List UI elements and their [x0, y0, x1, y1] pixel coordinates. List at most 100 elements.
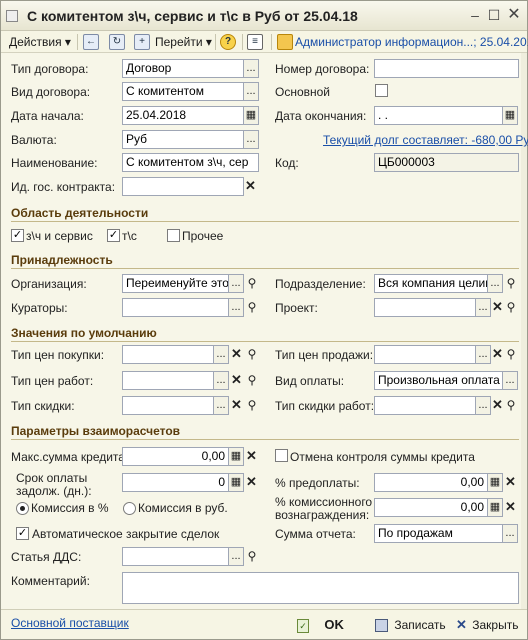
activity-vehicles-checkbox[interactable]: ✓ [107, 229, 120, 242]
close-label: Закрыть [472, 618, 519, 632]
select-button[interactable]: ... [213, 371, 229, 390]
clear-icon[interactable]: ✕ [230, 371, 243, 390]
main-supplier-link[interactable]: Основной поставщик [11, 616, 129, 630]
work-price-field[interactable] [122, 371, 214, 390]
calculator-icon[interactable]: ▦ [487, 498, 503, 517]
select-button[interactable]: ... [228, 298, 244, 317]
max-credit-field[interactable]: 0,00 [122, 447, 229, 466]
close-button[interactable]: ✕ Закрыть [456, 614, 518, 636]
comment-label: Комментарий: [11, 574, 90, 588]
actions-menu[interactable]: Действия ▾ [9, 33, 71, 51]
back-arrow-icon[interactable]: ← [83, 34, 99, 50]
clear-icon[interactable]: ✕ [245, 473, 258, 492]
info-link[interactable]: Администратор информацион...; 25.04.201.… [295, 33, 528, 51]
main-checkbox[interactable] [375, 84, 388, 97]
select-button[interactable]: ... [213, 345, 229, 364]
dds-field[interactable] [122, 547, 229, 566]
gov-contract-field[interactable] [122, 177, 244, 196]
select-button[interactable]: ... [243, 130, 259, 149]
curators-field[interactable] [122, 298, 229, 317]
code-field[interactable]: ЦБ000003 [374, 153, 519, 172]
calculator-icon[interactable]: ▦ [228, 473, 244, 492]
clear-icon[interactable]: ✕ [504, 473, 517, 492]
name-field[interactable]: С комитентом з\ч, сер [122, 153, 259, 172]
comment-field[interactable] [122, 572, 519, 604]
select-button[interactable]: ... [243, 82, 259, 101]
goto-menu[interactable]: Перейти ▾ [155, 33, 212, 51]
start-date-field[interactable]: 25.04.2018 [122, 106, 244, 125]
contract-kind-field[interactable]: С комитентом [122, 82, 244, 101]
save-button[interactable]: Записать [375, 614, 446, 636]
select-button[interactable]: ... [502, 524, 518, 543]
prepayment-field[interactable]: 0,00 [374, 473, 488, 492]
purchase-price-field[interactable] [122, 345, 214, 364]
auto-close-label: Автоматическое закрытие сделок [32, 527, 220, 541]
search-icon[interactable]: ⚲ [504, 396, 518, 415]
search-icon[interactable]: ⚲ [245, 298, 259, 317]
clear-icon[interactable]: ✕ [504, 498, 517, 517]
search-icon[interactable]: ⚲ [245, 274, 259, 293]
commission-rub-radio[interactable] [123, 502, 136, 515]
auto-close-checkbox[interactable]: ✓ [16, 527, 29, 540]
maximize-button[interactable]: ☐ [486, 7, 502, 23]
payment-kind-field[interactable]: Произвольная оплата [374, 371, 503, 390]
cancel-credit-control-checkbox[interactable] [275, 449, 288, 462]
refresh-icon[interactable]: ↻ [109, 34, 125, 50]
commission-reward-field[interactable]: 0,00 [374, 498, 488, 517]
list-icon[interactable]: ≡ [247, 34, 263, 50]
select-button[interactable]: ... [487, 274, 503, 293]
end-date-field[interactable]: . . [374, 106, 503, 125]
division-field[interactable]: Вся компания целикс [374, 274, 488, 293]
clear-icon[interactable]: ✕ [245, 447, 258, 466]
select-button[interactable]: ... [243, 59, 259, 78]
clear-icon[interactable]: ✕ [230, 396, 243, 415]
calendar-icon[interactable]: ▦ [243, 106, 259, 125]
current-debt-link[interactable]: Текущий долг составляет: -680,00 Руб [323, 133, 528, 147]
calculator-icon[interactable]: ▦ [487, 473, 503, 492]
clear-icon[interactable]: ✕ [230, 345, 243, 364]
search-icon[interactable]: ⚲ [504, 274, 518, 293]
select-button[interactable]: ... [475, 345, 491, 364]
discount-type-field[interactable] [122, 396, 214, 415]
project-field[interactable] [374, 298, 476, 317]
search-icon[interactable]: ⚲ [245, 396, 259, 415]
search-icon[interactable]: ⚲ [504, 345, 518, 364]
sale-price-field[interactable] [374, 345, 476, 364]
calendar-icon[interactable]: ▦ [502, 106, 518, 125]
copy-new-icon[interactable]: + [134, 34, 150, 50]
discount-type-label: Тип скидки: [11, 399, 75, 413]
ok-button[interactable]: ✓ OK [297, 614, 344, 636]
checkmark-icon: ✓ [297, 618, 309, 633]
select-button[interactable]: ... [213, 396, 229, 415]
clear-icon[interactable]: ✕ [491, 298, 504, 317]
payment-term-label: Срок оплаты [16, 471, 88, 485]
organization-field[interactable]: Переименуйте этот [122, 274, 229, 293]
minimize-button[interactable]: – [467, 7, 483, 23]
search-icon[interactable]: ⚲ [245, 345, 259, 364]
help-icon[interactable]: ? [220, 34, 236, 50]
activity-other-checkbox[interactable] [167, 229, 180, 242]
commission-percent-radio[interactable] [16, 502, 29, 515]
currency-field[interactable]: Руб [122, 130, 244, 149]
select-button[interactable]: ... [228, 274, 244, 293]
contract-type-field[interactable]: Договор [122, 59, 244, 78]
work-price-label: Тип цен работ: [11, 374, 94, 388]
contract-number-field[interactable] [374, 59, 519, 78]
payment-term-field[interactable]: 0 [122, 473, 229, 492]
clear-icon[interactable]: ✕ [244, 177, 257, 196]
contract-kind-label: Вид договора: [11, 85, 91, 99]
search-icon[interactable]: ⚲ [245, 371, 259, 390]
clear-icon[interactable]: ✕ [491, 345, 504, 364]
search-icon[interactable]: ⚲ [245, 547, 259, 566]
select-button[interactable]: ... [475, 396, 491, 415]
select-button[interactable]: ... [502, 371, 518, 390]
clear-icon[interactable]: ✕ [491, 396, 504, 415]
work-discount-field[interactable] [374, 396, 476, 415]
close-window-button[interactable]: ✕ [506, 7, 522, 23]
select-button[interactable]: ... [228, 547, 244, 566]
report-sum-field[interactable]: По продажам [374, 524, 503, 543]
select-button[interactable]: ... [475, 298, 491, 317]
search-icon[interactable]: ⚲ [504, 298, 518, 317]
calculator-icon[interactable]: ▦ [228, 447, 244, 466]
activity-parts-checkbox[interactable]: ✓ [11, 229, 24, 242]
